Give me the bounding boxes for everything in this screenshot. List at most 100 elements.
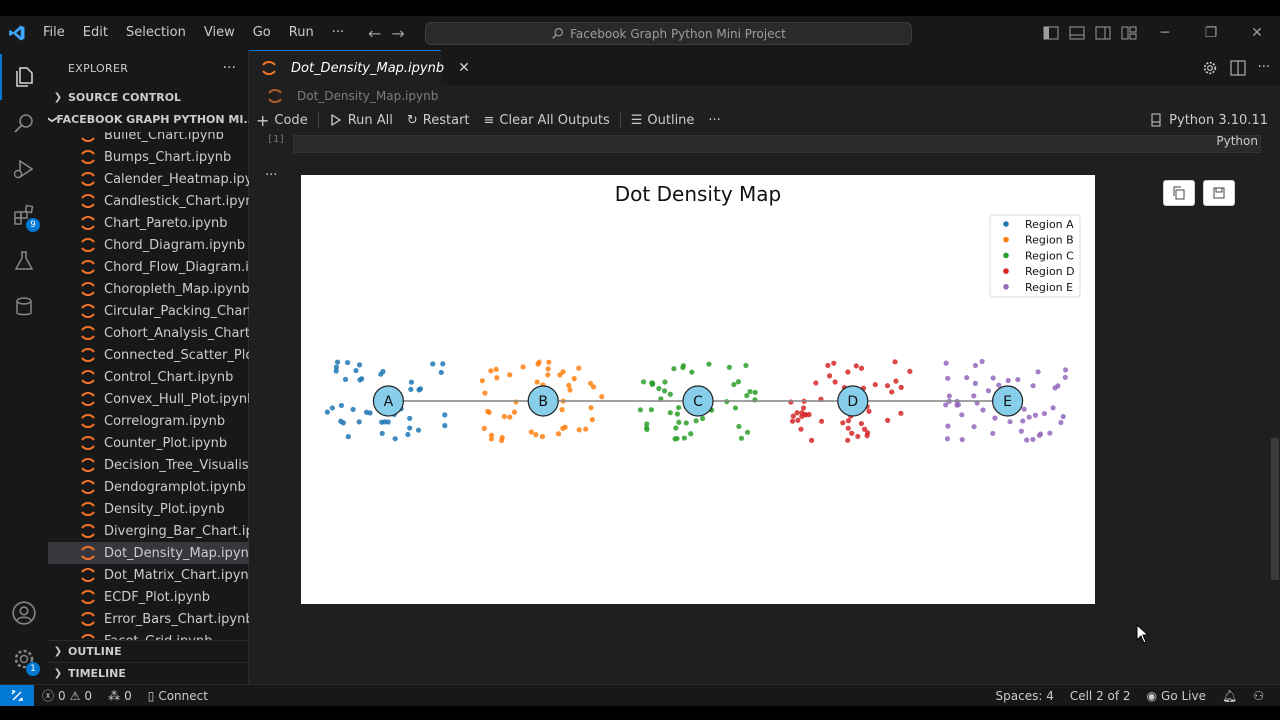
accounts-icon[interactable]: [0, 590, 48, 636]
back-arrow-icon[interactable]: ←: [368, 24, 381, 43]
problems-status[interactable]: ⓧ 0 ⚠ 0: [34, 687, 100, 704]
menu-more[interactable]: ···: [323, 16, 353, 50]
editor-scrollbar[interactable]: [1271, 438, 1279, 580]
file-item[interactable]: Bumps_Chart.ipynb: [48, 146, 249, 168]
file-item-label: Density_Plot.ipynb: [104, 501, 225, 517]
forward-arrow-icon[interactable]: →: [391, 24, 404, 43]
file-item[interactable]: Dot_Density_Map.ipynb: [48, 542, 249, 564]
file-item[interactable]: Circular_Packing_Chart.i...: [48, 300, 249, 322]
run-debug-icon[interactable]: [0, 146, 48, 192]
toggle-panel-icon[interactable]: [1064, 16, 1090, 50]
file-item[interactable]: Correlogram.ipynb: [48, 410, 249, 432]
file-item[interactable]: Counter_Plot.ipynb: [48, 432, 249, 454]
legend-label: Region D: [1025, 265, 1075, 278]
editor-more-icon[interactable]: ···: [1258, 60, 1270, 75]
menu-go[interactable]: Go: [244, 16, 280, 50]
file-item[interactable]: Diverging_Bar_Chart.ip...: [48, 520, 249, 542]
dot-point: [567, 387, 573, 393]
save-output-button[interactable]: [1203, 180, 1235, 206]
dot-point: [357, 377, 363, 383]
section-timeline[interactable]: ❯ TIMELINE: [48, 662, 249, 684]
menu-edit[interactable]: Edit: [74, 16, 117, 50]
search-view-icon[interactable]: [0, 100, 48, 146]
run-all-button[interactable]: Run All: [322, 107, 400, 133]
close-window-icon[interactable]: ✕: [1234, 16, 1280, 50]
section-outline[interactable]: ❯ OUTLINE: [48, 640, 249, 662]
file-item[interactable]: Control_Chart.ipynb: [48, 366, 249, 388]
testing-flask-icon[interactable]: [0, 238, 48, 284]
dot-point: [853, 363, 859, 369]
indentation-status[interactable]: Spaces: 4: [988, 689, 1062, 703]
menu-file[interactable]: File: [34, 16, 74, 50]
copilot-icon[interactable]: ⚇: [1245, 689, 1272, 703]
manage-gear-icon[interactable]: 1: [0, 636, 48, 682]
dot-point: [555, 431, 562, 437]
toggle-primary-sidebar-icon[interactable]: [1038, 16, 1064, 50]
notifications-bell-icon[interactable]: 🔔︎: [1214, 689, 1245, 703]
outline-button[interactable]: ☰ Outline: [624, 107, 702, 133]
restart-button[interactable]: ↻ Restart: [400, 107, 477, 133]
section-source-control[interactable]: ❯ SOURCE CONTROL: [48, 86, 249, 108]
split-editor-icon[interactable]: [1230, 60, 1246, 76]
settings-gear-icon[interactable]: [1202, 60, 1218, 76]
dot-point: [683, 420, 689, 426]
kernel-picker[interactable]: Python 3.10.11: [1149, 107, 1268, 133]
file-item[interactable]: Connected_Scatter_Plot...: [48, 344, 249, 366]
explorer-icon[interactable]: [0, 54, 48, 100]
add-code-cell-button[interactable]: + Code: [249, 107, 315, 133]
tab-close-icon[interactable]: ✕: [458, 60, 470, 76]
file-list: Bullet_Chart.ipynb Bumps_Chart.ipynb Calen…: [48, 132, 249, 640]
breadcrumb-file[interactable]: Dot_Density_Map.ipynb: [297, 89, 438, 103]
dot-point: [818, 418, 825, 424]
database-icon[interactable]: [0, 284, 48, 330]
section-project-folder[interactable]: ❯ FACEBOOK GRAPH PYTHON MI...: [48, 108, 249, 130]
file-item-label: Circular_Packing_Chart.i...: [104, 303, 249, 319]
command-center-search[interactable]: Facebook Graph Python Mini Project: [425, 22, 912, 45]
go-live-status[interactable]: ◉ Go Live: [1139, 689, 1214, 703]
cell-language[interactable]: Python: [1216, 134, 1258, 148]
file-item[interactable]: Cohort_Analysis_Chart.i...: [48, 322, 249, 344]
tab-bar: Dot_Density_Map.ipynb ✕ ···: [249, 50, 1280, 85]
restore-icon[interactable]: ❐: [1188, 16, 1234, 50]
ports-status[interactable]: ⁂ 0: [100, 689, 140, 703]
file-item[interactable]: Chart_Pareto.ipynb: [48, 212, 249, 234]
minimize-icon[interactable]: ─: [1142, 16, 1188, 50]
dot-point: [324, 409, 330, 415]
menu-selection[interactable]: Selection: [117, 16, 195, 50]
file-item[interactable]: Chord_Flow_Diagram.ip...: [48, 256, 249, 278]
outline-list-icon: ☰: [630, 112, 643, 128]
menu-run[interactable]: Run: [280, 16, 323, 50]
connect-status[interactable]: ▯ Connect: [140, 689, 216, 703]
toggle-secondary-sidebar-icon[interactable]: [1090, 16, 1116, 50]
sidebar-more-actions[interactable]: ···: [223, 50, 236, 86]
clear-all-outputs-button[interactable]: ≡ Clear All Outputs: [477, 107, 617, 133]
file-item[interactable]: ECDF_Plot.ipynb: [48, 586, 249, 608]
file-item[interactable]: Bullet_Chart.ipynb: [48, 132, 249, 146]
file-item[interactable]: Dendogramplot.ipynb: [48, 476, 249, 498]
file-item[interactable]: Choropleth_Map.ipynb: [48, 278, 249, 300]
toolbar-more-button[interactable]: ···: [701, 107, 727, 133]
file-item[interactable]: Convex_Hull_Plot.ipynb: [48, 388, 249, 410]
kernel-flask-icon: [1151, 113, 1161, 127]
dot-point: [959, 412, 965, 418]
extensions-icon[interactable]: 9: [0, 192, 48, 238]
file-item[interactable]: Chord_Diagram.ipynb: [48, 234, 249, 256]
dot-point: [415, 427, 422, 433]
cell-position-status[interactable]: Cell 2 of 2: [1062, 689, 1139, 703]
output-more-actions[interactable]: ···: [265, 168, 277, 183]
file-item[interactable]: Candlestick_Chart.ipynb: [48, 190, 249, 212]
customize-layout-icon[interactable]: [1116, 16, 1142, 50]
code-cell-editor[interactable]: [293, 135, 1261, 153]
file-item[interactable]: Decision_Tree_Visualisa...: [48, 454, 249, 476]
tab-dot-density-map[interactable]: Dot_Density_Map.ipynb ✕: [249, 50, 470, 85]
file-item[interactable]: Error_Bars_Chart.ipynb: [48, 608, 249, 630]
file-item[interactable]: Calender_Heatmap.ipynb: [48, 168, 249, 190]
file-item[interactable]: Facet_Grid.ipynb: [48, 630, 249, 640]
menu-view[interactable]: View: [195, 16, 244, 50]
copy-output-button[interactable]: [1163, 180, 1195, 206]
remote-indicator-icon[interactable]: [0, 684, 34, 706]
vscode-logo-icon[interactable]: [0, 16, 34, 50]
file-item[interactable]: Dot_Matrix_Chart.ipynb: [48, 564, 249, 586]
file-item[interactable]: Density_Plot.ipynb: [48, 498, 249, 520]
dot-point: [866, 408, 872, 414]
